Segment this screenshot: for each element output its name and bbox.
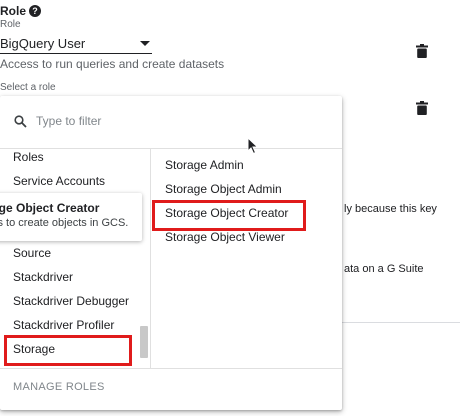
help-icon[interactable]: ? (29, 5, 42, 17)
category-item[interactable]: Stackdriver (13, 270, 73, 284)
role-description: Access to run queries and create dataset… (0, 57, 225, 71)
category-item[interactable]: Roles (13, 150, 44, 164)
tooltip-description: ss to create objects in GCS. (0, 217, 129, 229)
manage-roles-button[interactable]: MANAGE ROLES (13, 381, 105, 393)
role-item[interactable]: Storage Admin (165, 158, 244, 172)
trash-icon[interactable] (416, 101, 428, 115)
filter-input[interactable] (36, 114, 236, 128)
trash-icon[interactable] (416, 44, 428, 58)
role-item[interactable]: Storage Object Viewer (165, 230, 285, 244)
role-list: Storage Admin Storage Object Admin Stora… (150, 148, 343, 368)
role-heading: Role ? (0, 4, 42, 18)
search-icon (14, 115, 27, 128)
chevron-down-icon (140, 40, 150, 46)
scrollbar-thumb[interactable] (140, 326, 148, 358)
role-tooltip: age Object Creator ss to create objects … (0, 193, 142, 241)
divider (342, 322, 460, 323)
background-note: ly because this key (344, 203, 437, 215)
role-item[interactable]: Storage Object Admin (165, 182, 282, 196)
select-role-label: Select a role (0, 82, 56, 93)
highlight-box-category (4, 335, 132, 366)
filter-row (0, 96, 342, 149)
highlight-box-role (152, 200, 306, 231)
category-item[interactable]: Stackdriver Debugger (13, 294, 129, 308)
category-item[interactable]: Service Accounts (13, 174, 105, 188)
category-item[interactable]: Source (13, 246, 51, 260)
role-select-value: BigQuery User (0, 35, 86, 51)
mouse-cursor-icon (247, 137, 259, 155)
role-field-label: Role (0, 19, 21, 30)
background-note: ata on a G Suite (344, 263, 424, 275)
role-heading-text: Role (0, 4, 27, 18)
role-select[interactable]: BigQuery User (0, 33, 152, 54)
category-item[interactable]: Stackdriver Profiler (13, 318, 114, 332)
tooltip-title: age Object Creator (0, 201, 100, 215)
